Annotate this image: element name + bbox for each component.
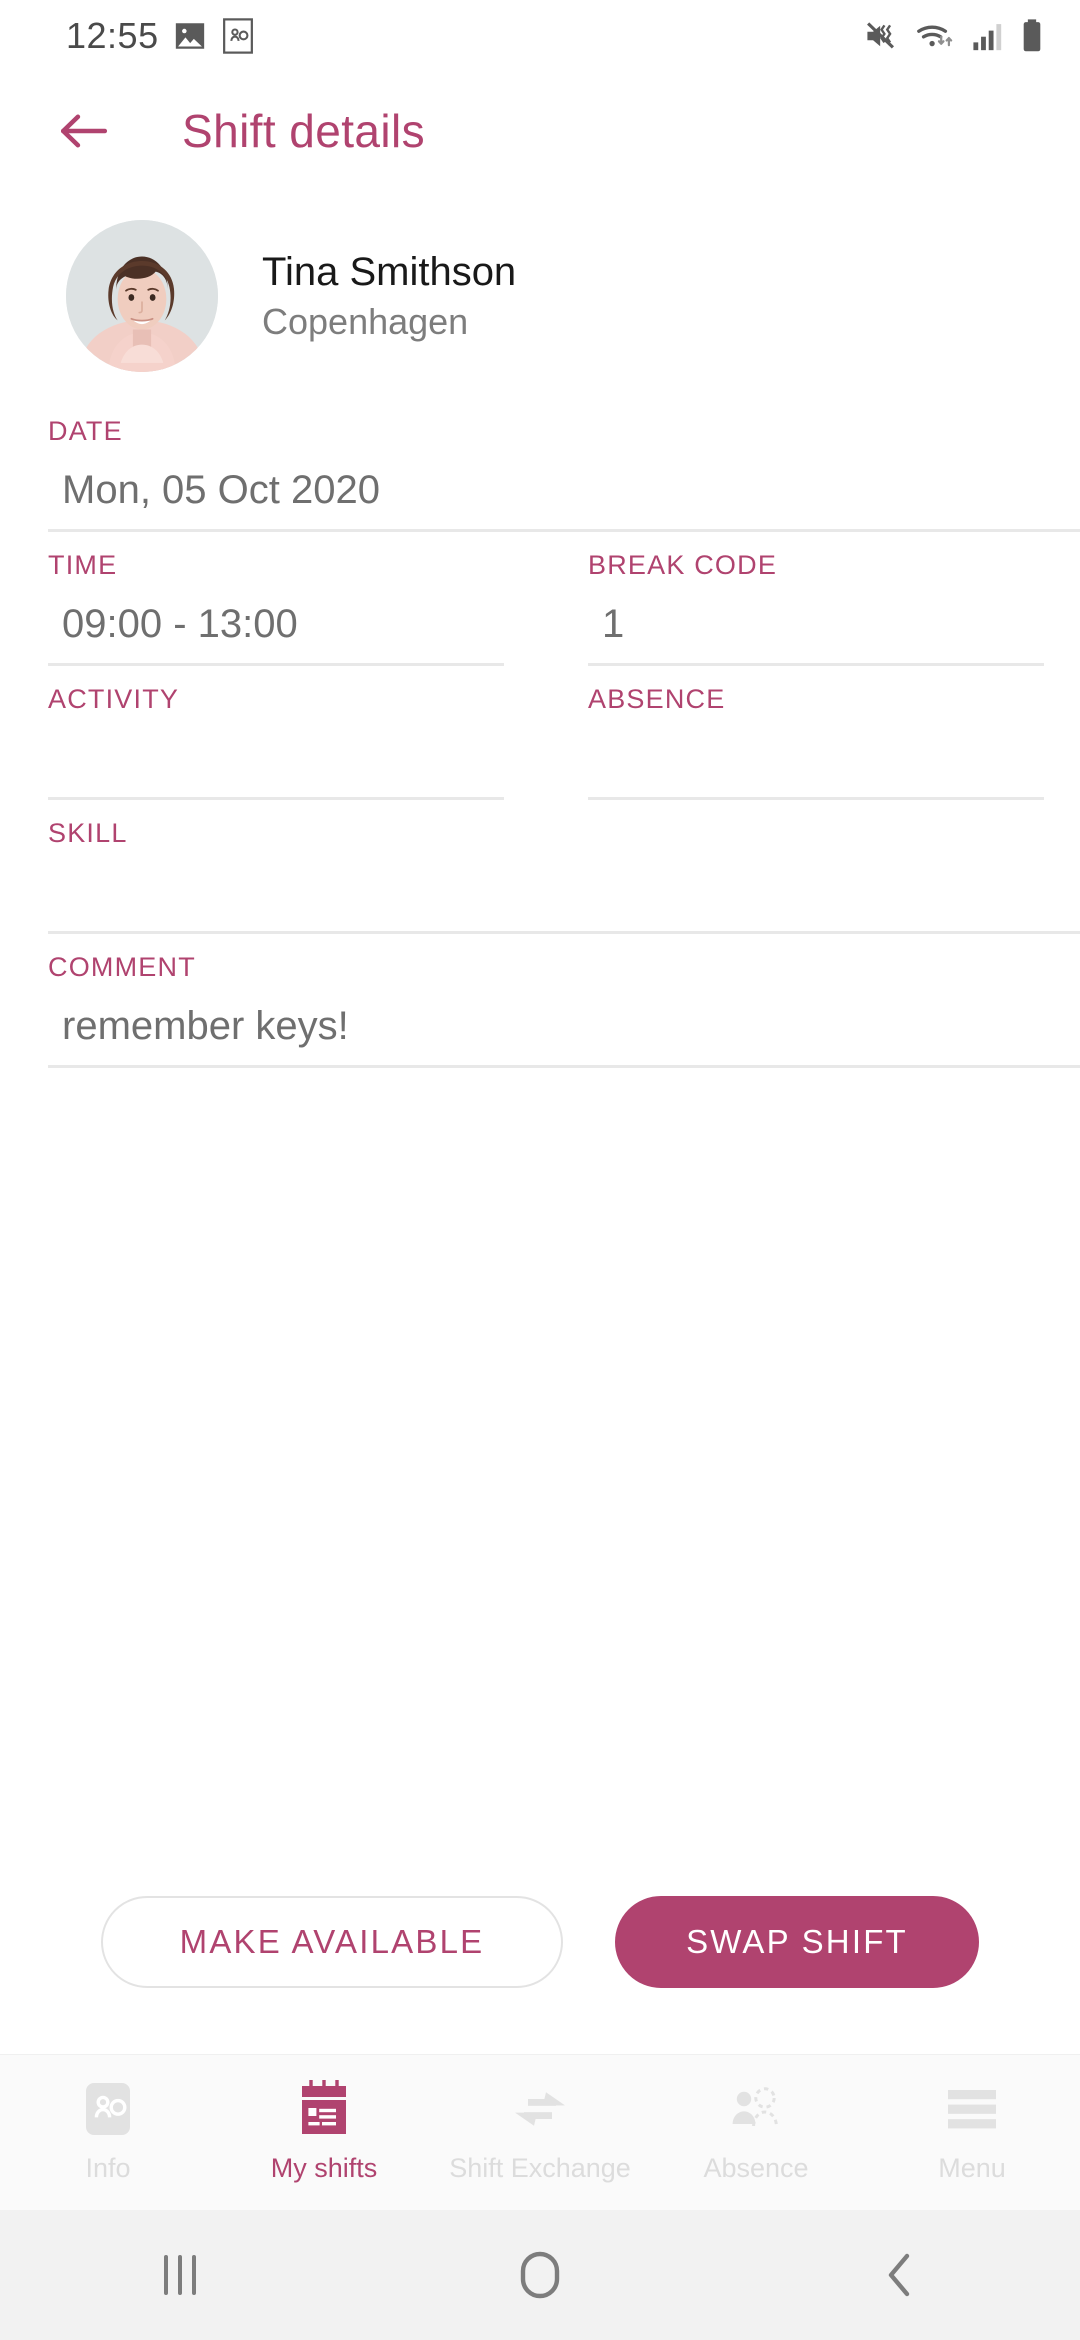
field-value-date: Mon, 05 Oct 2020 <box>62 468 380 512</box>
field-value-comment: remember keys! <box>62 1004 349 1048</box>
nav-label-my-shifts: My shifts <box>270 2153 378 2183</box>
profile-name: Tina Smithson <box>262 249 517 294</box>
field-date[interactable]: DATE Mon, 05 Oct 2020 <box>0 398 1080 532</box>
home-icon <box>519 2250 561 2300</box>
calendar-shifts-icon <box>298 2080 350 2137</box>
status-bar: 12:55 <box>0 0 1080 72</box>
nav-item-info[interactable]: Info <box>0 2081 216 2184</box>
field-break-code[interactable]: BREAK CODE 1 <box>540 532 1080 666</box>
nav-item-my-shifts[interactable]: My shifts <box>216 2080 432 2184</box>
field-label-time: TIME <box>48 550 118 580</box>
field-underline <box>48 1065 1080 1068</box>
form-row-date: DATE Mon, 05 Oct 2020 <box>0 398 1080 532</box>
nav-item-absence[interactable]: Absence <box>648 2081 864 2184</box>
hamburger-menu-icon <box>946 2081 998 2137</box>
home-button[interactable] <box>360 2250 720 2300</box>
field-label-break-code: BREAK CODE <box>588 550 778 580</box>
back-arrow-icon <box>58 109 110 153</box>
status-bar-right <box>864 18 1044 54</box>
field-label-date: DATE <box>48 416 123 446</box>
nav-item-menu[interactable]: Menu <box>864 2081 1080 2184</box>
absent-person-icon <box>729 2081 783 2137</box>
form-row-activity-absence: ACTIVITY ABSENCE <box>0 666 1080 800</box>
form-row-time-break: TIME 09:00 - 13:00 BREAK CODE 1 <box>0 532 1080 666</box>
profile-location: Copenhagen <box>262 300 469 342</box>
make-available-button[interactable]: MAKE AVAILABLE <box>101 1896 563 1988</box>
field-time[interactable]: TIME 09:00 - 13:00 <box>0 532 540 666</box>
swap-arrows-icon <box>512 2081 568 2137</box>
nav-label-absence: Absence <box>703 2153 809 2183</box>
field-label-skill: SKILL <box>48 818 128 848</box>
profile-header: Tina Smithson Copenhagen <box>0 190 1080 398</box>
back-button[interactable] <box>56 103 112 159</box>
field-value-skill <box>48 849 1080 915</box>
nav-label-shift-exchange: Shift Exchange <box>449 2153 631 2183</box>
image-icon <box>173 19 207 53</box>
phone-screen: 12:55 Shift details Tina Smithson Copenh… <box>0 0 1080 2340</box>
field-absence[interactable]: ABSENCE <box>540 666 1080 800</box>
form-row-comment: COMMENT remember keys! <box>0 934 1080 1068</box>
status-bar-clock: 12:55 <box>66 15 159 56</box>
wifi-icon <box>916 19 958 53</box>
status-bar-left: 12:55 <box>66 15 255 57</box>
avatar <box>66 220 218 372</box>
nav-item-shift-exchange[interactable]: Shift Exchange <box>432 2081 648 2184</box>
cellular-signal-icon <box>972 19 1006 53</box>
field-value-absence <box>588 715 1080 781</box>
battery-icon <box>1020 18 1044 54</box>
recents-icon <box>158 2251 202 2299</box>
mute-vibrate-icon <box>864 19 902 53</box>
field-value-time: 09:00 - 13:00 <box>62 602 298 646</box>
recents-button[interactable] <box>0 2251 360 2299</box>
app-bar: Shift details <box>0 72 1080 190</box>
info-card-icon <box>82 2081 134 2137</box>
bottom-navigation: Info My shifts Shift Exchange Absence Me… <box>0 2054 1080 2210</box>
field-label-absence: ABSENCE <box>588 684 726 714</box>
swap-shift-button[interactable]: SWAP SHIFT <box>615 1896 979 1988</box>
system-navigation-bar <box>0 2210 1080 2340</box>
back-button-system[interactable] <box>720 2251 1080 2299</box>
back-icon <box>881 2251 919 2299</box>
field-value-activity <box>48 715 540 781</box>
field-skill[interactable]: SKILL <box>0 800 1080 934</box>
field-label-comment: COMMENT <box>48 952 196 982</box>
nav-label-info: Info <box>85 2153 131 2183</box>
contact-card-icon <box>221 18 255 54</box>
field-comment[interactable]: COMMENT remember keys! <box>0 934 1080 1068</box>
nav-label-menu: Menu <box>938 2153 1006 2183</box>
form-row-skill: SKILL <box>0 800 1080 934</box>
shift-details-form: DATE Mon, 05 Oct 2020 TIME 09:00 - 13:00… <box>0 398 1080 1896</box>
field-value-break-code: 1 <box>602 602 625 646</box>
field-activity[interactable]: ACTIVITY <box>0 666 540 800</box>
page-title: Shift details <box>182 105 425 157</box>
action-buttons: MAKE AVAILABLE SWAP SHIFT <box>0 1896 1080 2054</box>
field-label-activity: ACTIVITY <box>48 684 180 714</box>
profile-text: Tina Smithson Copenhagen <box>262 250 516 343</box>
